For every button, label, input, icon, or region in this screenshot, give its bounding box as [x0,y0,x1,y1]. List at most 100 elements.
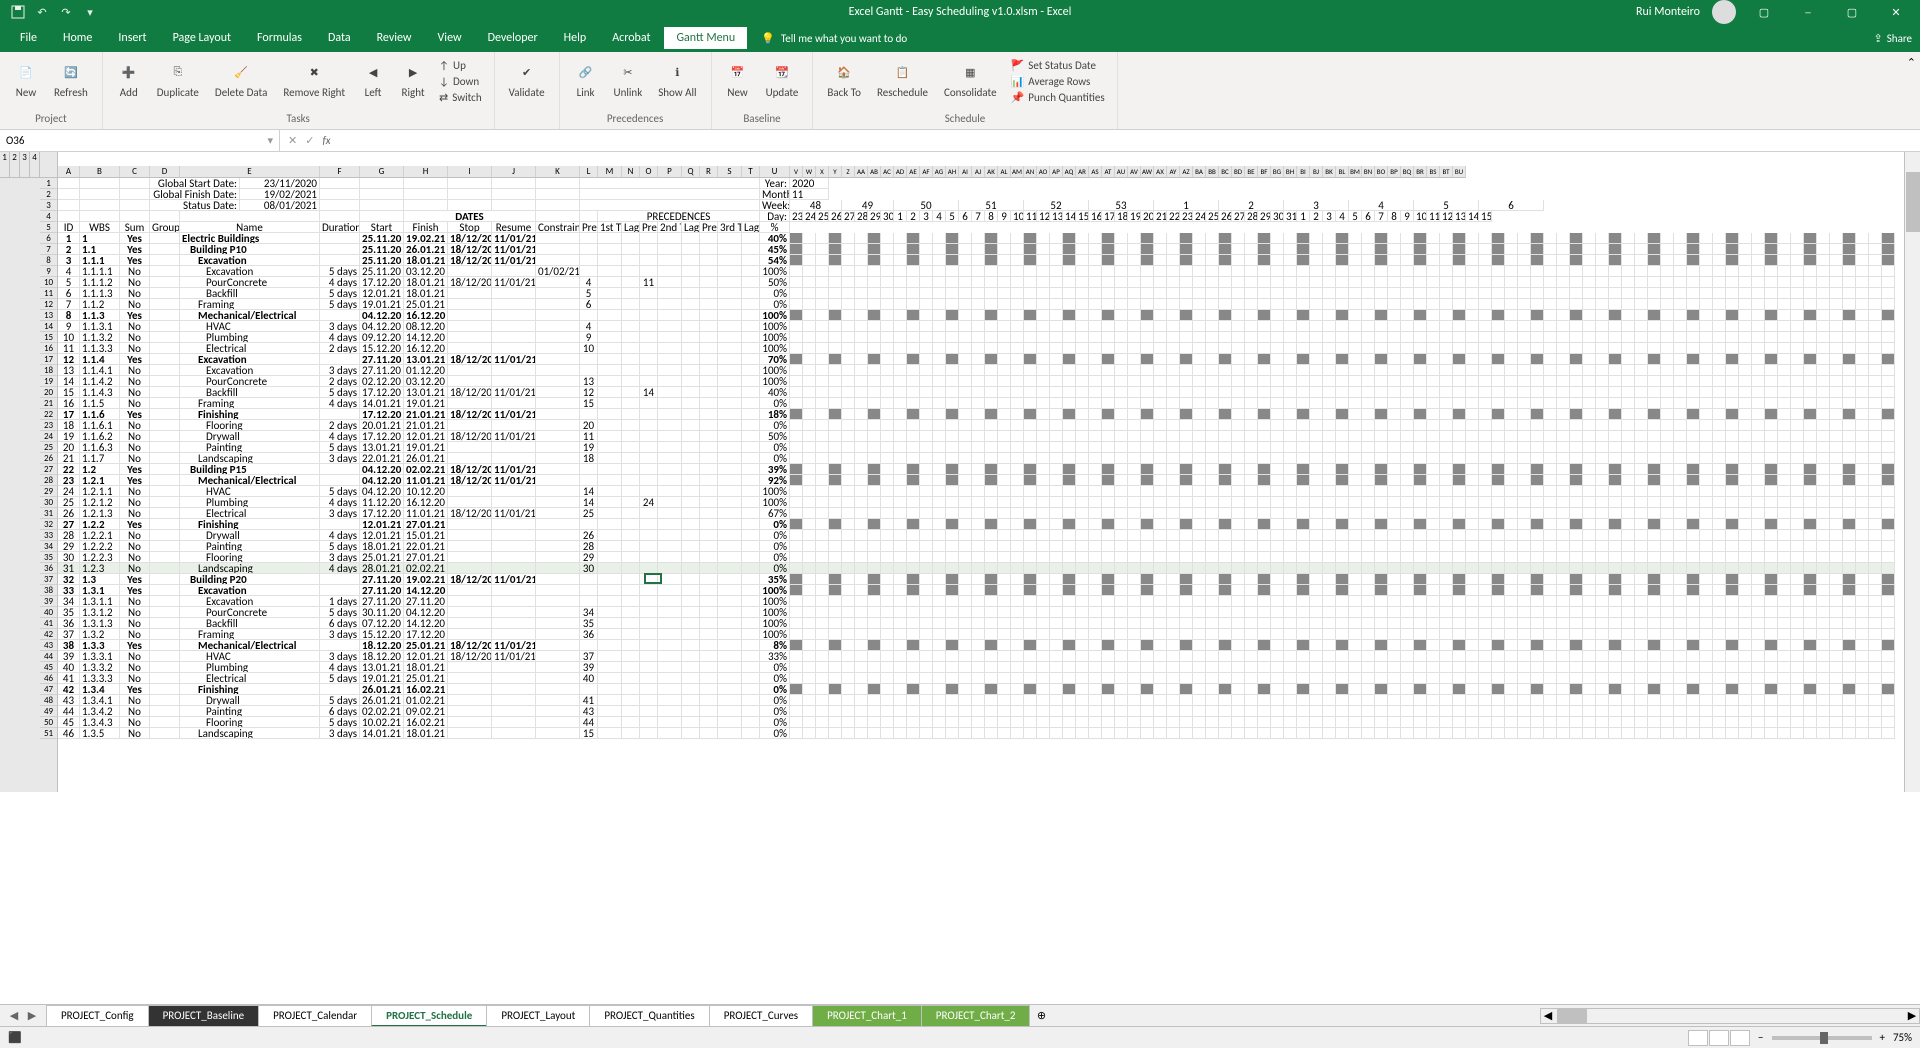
cell[interactable] [933,695,946,706]
cell[interactable] [1479,453,1492,464]
cell[interactable] [1518,497,1531,508]
cell[interactable] [881,409,894,420]
cell[interactable] [1089,530,1102,541]
cell[interactable] [1570,508,1583,519]
cell[interactable]: 100% [760,497,790,508]
cell[interactable] [1687,574,1700,585]
cell[interactable] [1518,376,1531,387]
cell[interactable] [1765,585,1778,596]
cell[interactable] [1349,497,1362,508]
cell[interactable] [1661,618,1674,629]
cell[interactable]: 4 [580,321,598,332]
cell[interactable] [868,684,881,695]
cell[interactable] [682,651,700,662]
cell[interactable] [1765,475,1778,486]
cell[interactable] [855,607,868,618]
cell[interactable] [1713,552,1726,563]
cell[interactable] [1505,365,1518,376]
cell[interactable]: 10 [580,343,598,354]
cell[interactable] [1778,255,1791,266]
cell[interactable] [972,277,985,288]
cell[interactable] [1817,310,1830,321]
cell[interactable] [946,354,959,365]
cell[interactable]: 4 days [320,332,360,343]
cell[interactable] [1752,552,1765,563]
cell[interactable] [1856,453,1869,464]
cell[interactable] [1830,277,1843,288]
cell[interactable] [855,244,868,255]
cell[interactable] [959,574,972,585]
cell[interactable] [1661,365,1674,376]
cell[interactable] [700,497,718,508]
cell[interactable] [700,651,718,662]
cell[interactable] [933,310,946,321]
cell[interactable] [1791,486,1804,497]
cell[interactable] [920,684,933,695]
cell[interactable] [1856,266,1869,277]
cell[interactable] [1843,618,1856,629]
cell[interactable] [1219,343,1232,354]
cell[interactable] [1349,310,1362,321]
cell[interactable] [1245,530,1258,541]
cell[interactable] [933,376,946,387]
cell[interactable] [842,299,855,310]
cell[interactable] [492,607,536,618]
cell[interactable] [1089,398,1102,409]
cell[interactable] [1726,629,1739,640]
cell[interactable] [1466,321,1479,332]
cell[interactable] [1882,464,1895,475]
cell[interactable] [1401,552,1414,563]
col-header-V[interactable]: V [790,166,803,178]
cell[interactable] [1388,673,1401,684]
cell[interactable] [1726,420,1739,431]
cell[interactable] [1362,431,1375,442]
cell[interactable] [1180,420,1193,431]
cell[interactable] [933,431,946,442]
cell[interactable] [1050,629,1063,640]
cell[interactable] [1830,684,1843,695]
cell[interactable] [1102,365,1115,376]
cell[interactable] [1765,508,1778,519]
cell[interactable] [933,343,946,354]
cell[interactable] [536,288,580,299]
cell[interactable] [1804,409,1817,420]
cell[interactable]: 18 [580,453,598,464]
cell[interactable] [1362,354,1375,365]
cell[interactable] [1687,244,1700,255]
cell[interactable] [907,255,920,266]
cell[interactable] [1804,354,1817,365]
cell[interactable] [1284,453,1297,464]
cell[interactable] [1102,321,1115,332]
cell[interactable] [1167,365,1180,376]
cell[interactable] [718,640,742,651]
cell[interactable] [700,376,718,387]
cell[interactable] [1518,398,1531,409]
cell[interactable]: 5 days [320,442,360,453]
cell[interactable] [1375,508,1388,519]
cell[interactable] [1076,233,1089,244]
cell[interactable] [1544,519,1557,530]
cell[interactable] [1115,398,1128,409]
cell[interactable] [907,475,920,486]
cell[interactable] [1167,464,1180,475]
cell[interactable] [1115,288,1128,299]
cell[interactable] [1466,585,1479,596]
cell[interactable]: 1.2 [80,464,120,475]
cell[interactable] [998,629,1011,640]
cell[interactable] [742,321,760,332]
cell[interactable] [1258,530,1271,541]
cell[interactable] [1557,596,1570,607]
cell[interactable] [536,453,580,464]
cell[interactable] [985,695,998,706]
cell[interactable] [1297,541,1310,552]
cell[interactable]: 54% [760,255,790,266]
cell[interactable] [907,233,920,244]
cell[interactable] [1752,420,1765,431]
cell[interactable] [842,442,855,453]
cell[interactable] [580,255,598,266]
cell[interactable] [1596,332,1609,343]
cell[interactable] [742,684,760,695]
cell[interactable]: 40% [760,233,790,244]
cell[interactable] [1583,332,1596,343]
cell[interactable] [1258,673,1271,684]
